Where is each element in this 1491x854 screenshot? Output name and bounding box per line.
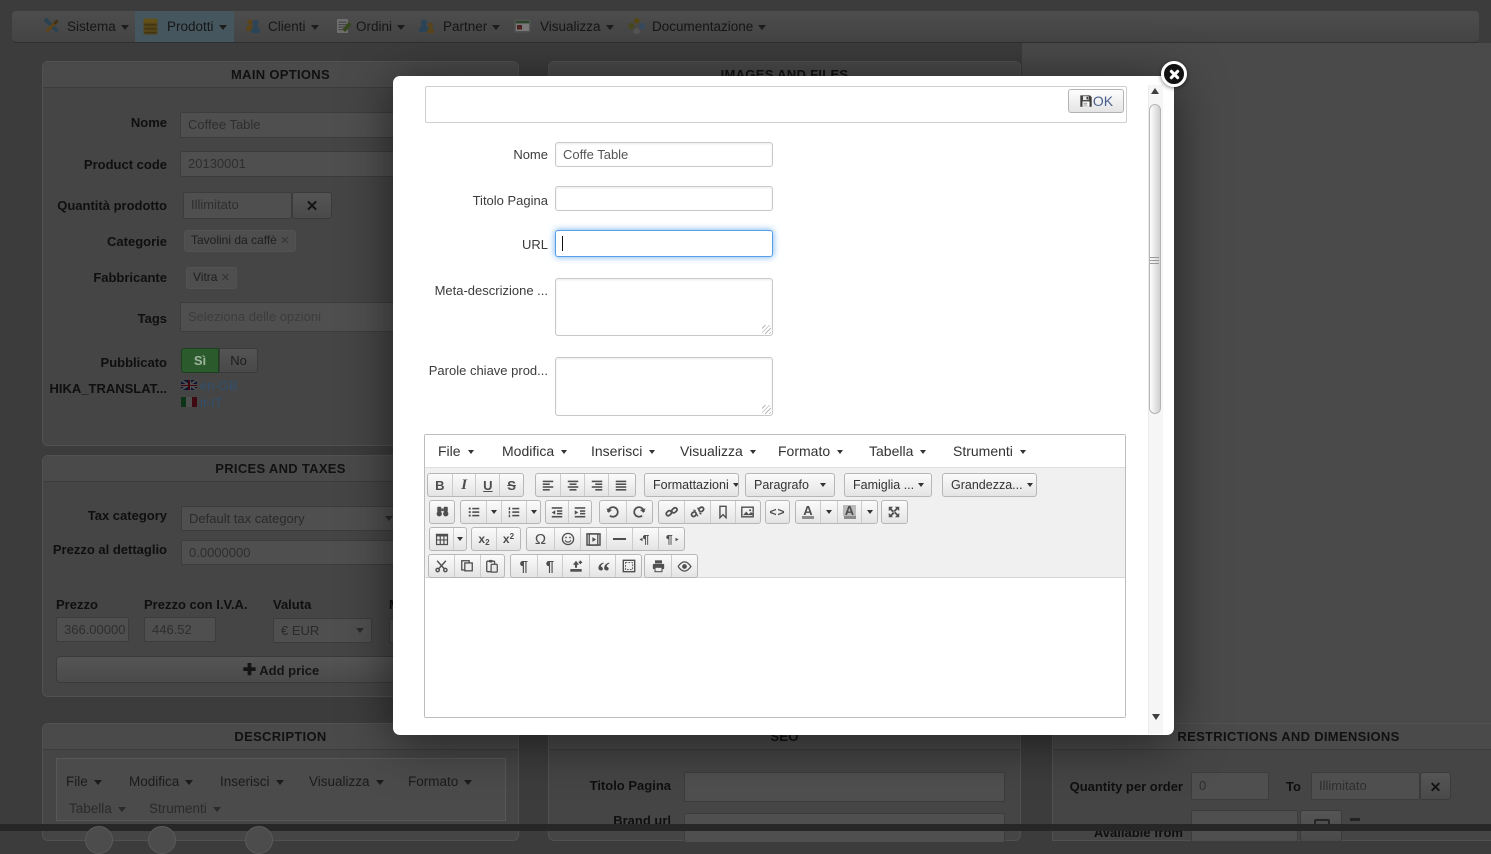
svg-text:¶: ¶ — [642, 532, 649, 546]
svg-text:¶: ¶ — [665, 532, 672, 546]
